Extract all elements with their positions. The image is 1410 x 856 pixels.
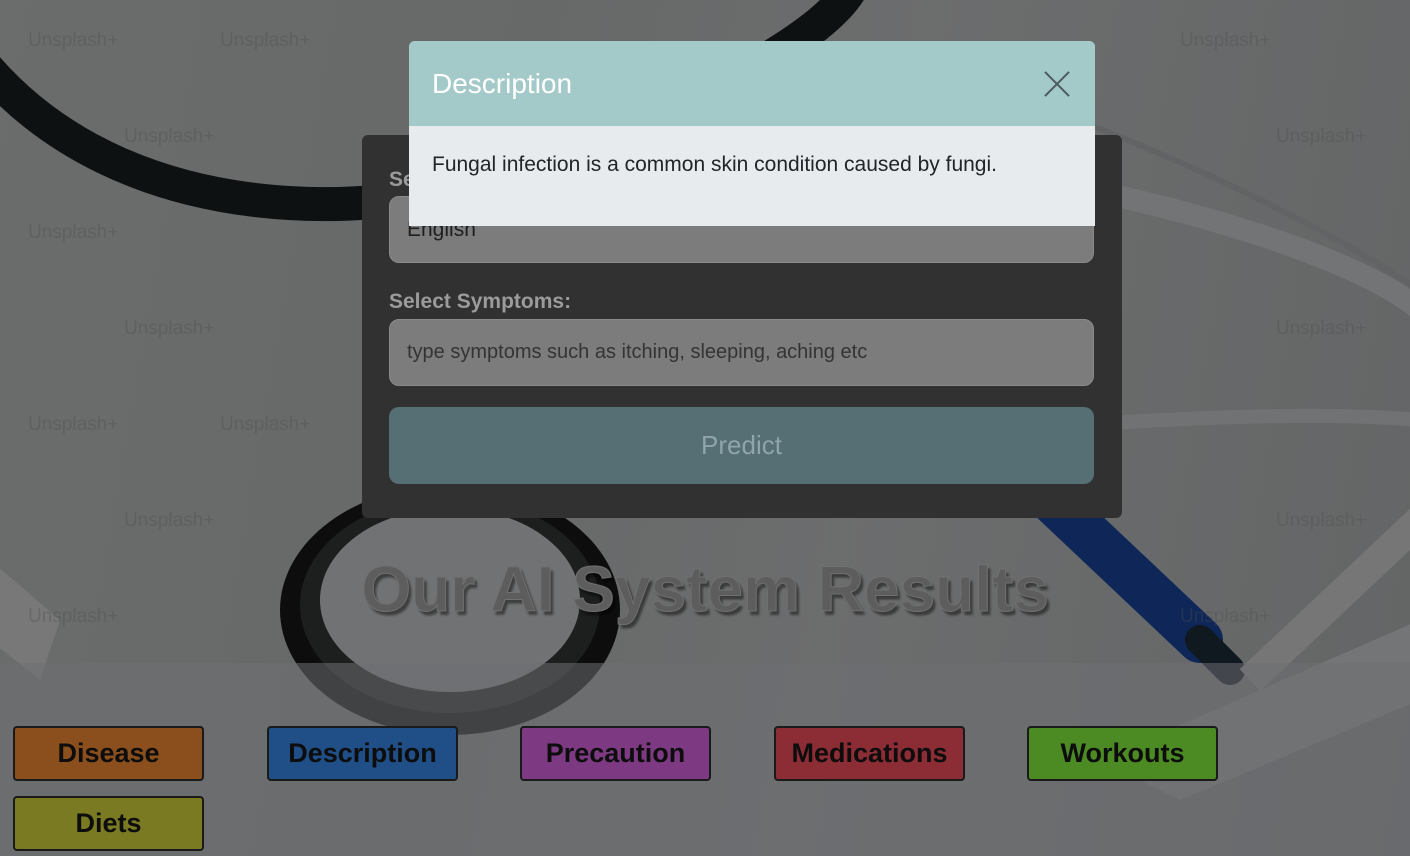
precaution-button[interactable]: Precaution xyxy=(520,726,711,781)
description-button[interactable]: Description xyxy=(267,726,458,781)
results-headline-wrapper: Our AI System Results xyxy=(0,552,1410,626)
description-modal: Description Fungal infection is a common… xyxy=(409,41,1095,226)
symptoms-label: Select Symptoms: xyxy=(389,290,572,313)
diets-button[interactable]: Diets xyxy=(13,796,204,851)
results-headline: Our AI System Results xyxy=(361,553,1050,626)
modal-title: Description xyxy=(432,67,573,99)
symptoms-input[interactable]: type symptoms such as itching, sleeping,… xyxy=(389,319,1094,386)
results-button-bar: Disease Description Precaution Medicatio… xyxy=(0,663,1410,856)
predict-button[interactable]: Predict xyxy=(389,407,1094,484)
disease-button[interactable]: Disease xyxy=(13,726,204,781)
medications-button[interactable]: Medications xyxy=(774,726,965,781)
close-icon[interactable] xyxy=(1042,69,1072,99)
modal-header: Description xyxy=(409,41,1095,126)
workouts-button[interactable]: Workouts xyxy=(1027,726,1218,781)
modal-body: Fungal infection is a common skin condit… xyxy=(432,153,997,176)
